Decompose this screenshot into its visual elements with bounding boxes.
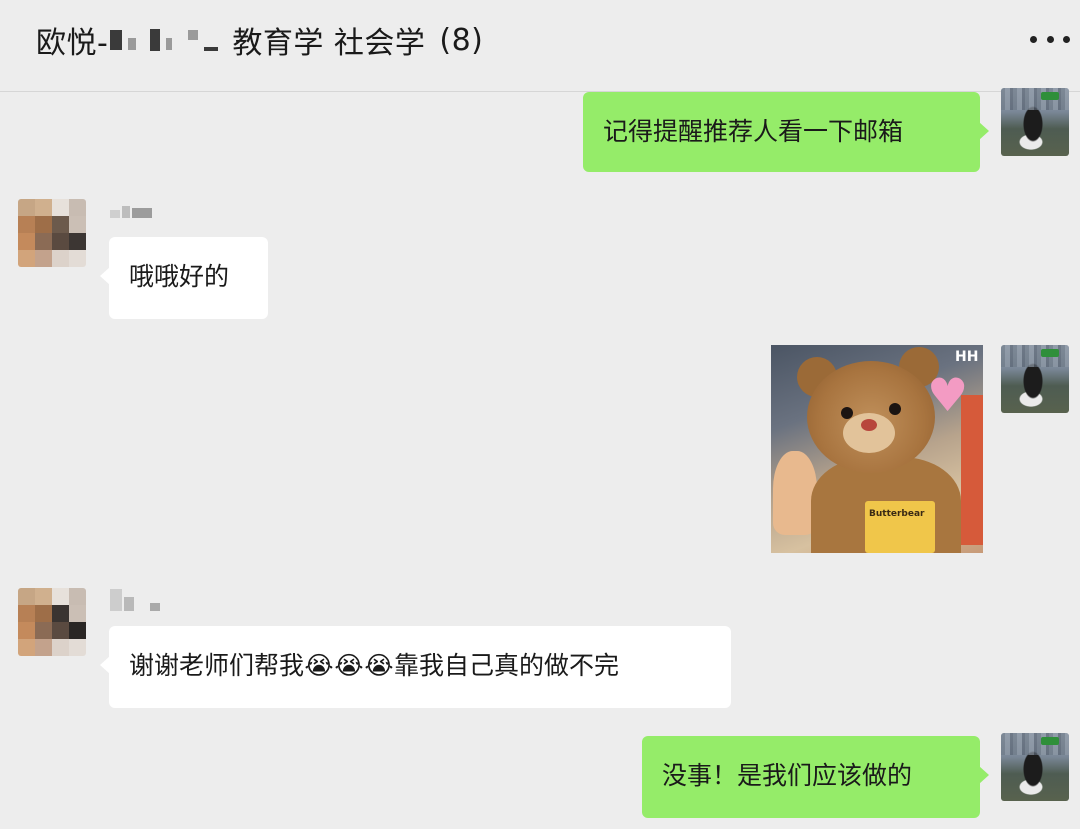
message-bubble-self[interactable]: 没事！是我们应该做的	[642, 736, 989, 818]
image-message[interactable]: Butterbear ♥ HH	[771, 345, 983, 553]
message-text-part: 谢谢老师们帮我	[129, 651, 305, 680]
crying-face-icon: 😭	[334, 651, 364, 680]
more-dot	[1063, 35, 1070, 43]
self-avatar[interactable]	[1001, 88, 1069, 156]
message-bubble-other[interactable]: 哦哦好的	[100, 237, 268, 319]
title-suffix: 教育学 社会学	[232, 26, 426, 61]
chat-header: 欧悦- 教育学 社会学 (8)	[0, 0, 1080, 92]
photo-bear-nose	[861, 419, 877, 431]
message-bubble-self[interactable]: 记得提醒推荐人看一下邮箱	[583, 92, 989, 172]
photo-bear-eye	[889, 403, 901, 415]
self-avatar[interactable]	[1001, 345, 1069, 413]
member-count: (8)	[439, 22, 484, 58]
crying-face-icon: 😭	[364, 651, 394, 680]
crying-face-icon: 😭	[304, 651, 334, 680]
heart-icon: ♥	[927, 368, 969, 422]
message-text: 哦哦好的	[129, 262, 230, 291]
message-text: 记得提醒推荐人看一下邮箱	[603, 117, 904, 146]
photo-bear-eye	[841, 407, 853, 419]
title-prefix: 欧悦-	[36, 26, 109, 61]
sender-avatar[interactable]	[18, 199, 86, 267]
more-dot	[1046, 35, 1054, 43]
photo-watermark: HH	[955, 349, 979, 365]
photo-bag-label: Butterbear	[869, 509, 925, 519]
chat-title: 欧悦- 教育学 社会学 (8)	[36, 18, 483, 62]
message-bubble-other[interactable]: 谢谢老师们帮我😭😭😭靠我自己真的做不完	[100, 626, 731, 708]
more-icon[interactable]	[1030, 24, 1070, 54]
more-dot	[1030, 35, 1037, 43]
self-avatar[interactable]	[1001, 733, 1069, 801]
sender-name-redacted	[110, 589, 160, 611]
redacted-name	[110, 29, 219, 51]
message-text: 没事！是我们应该做的	[662, 761, 913, 790]
message-text-part: 靠我自己真的做不完	[394, 651, 620, 680]
sender-name-redacted	[110, 202, 152, 218]
sender-avatar[interactable]	[18, 588, 86, 656]
